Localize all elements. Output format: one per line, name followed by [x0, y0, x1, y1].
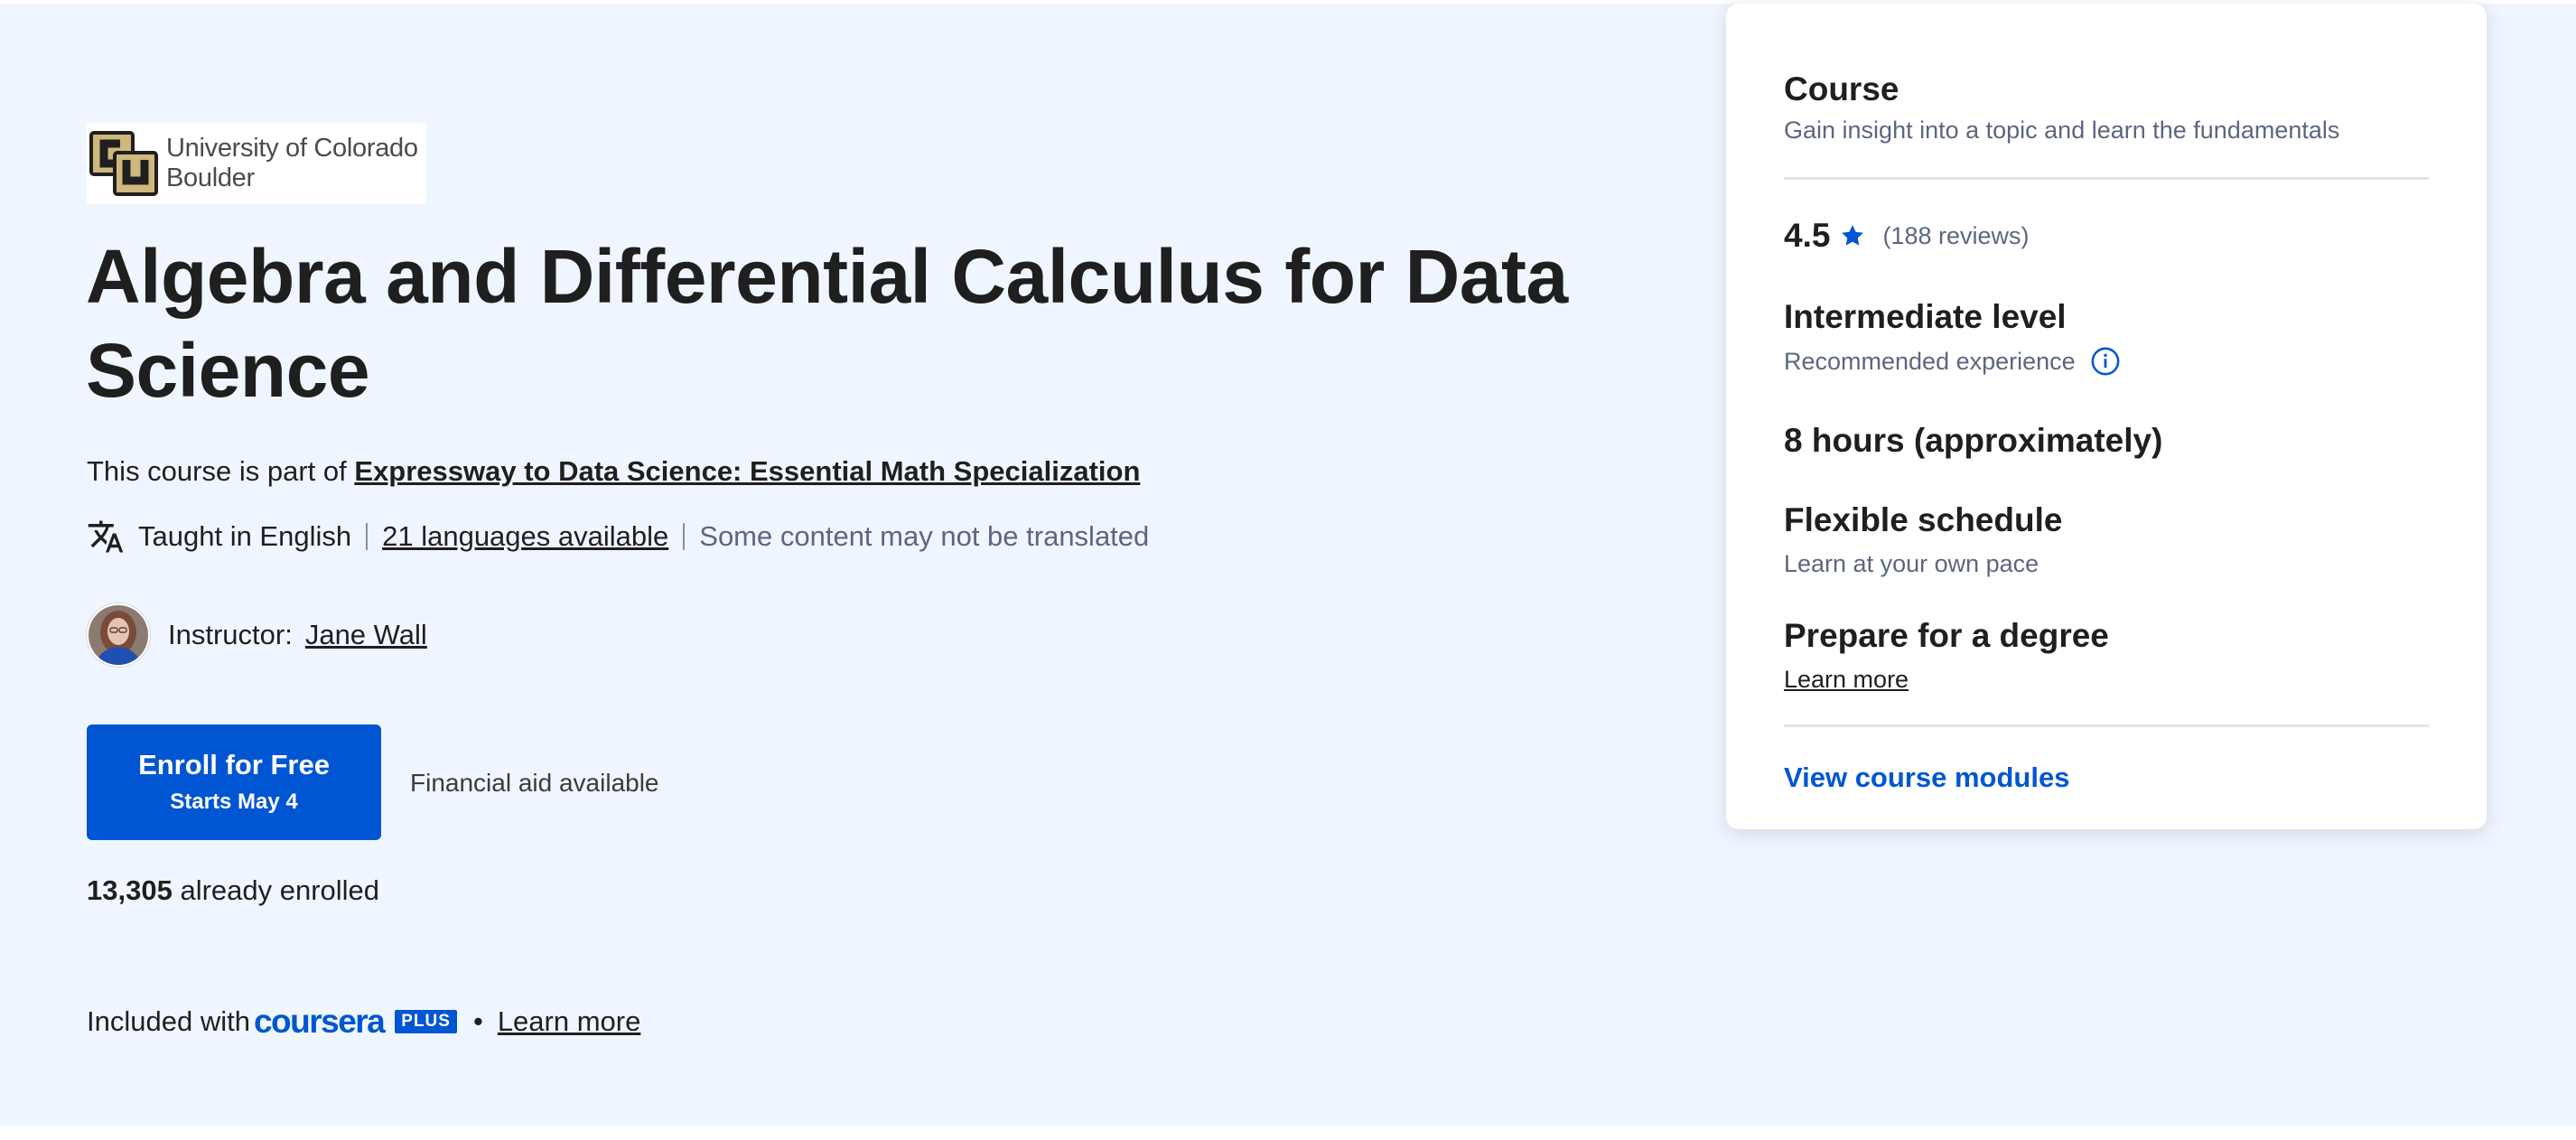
translation-note: Some content may not be translated — [699, 520, 1150, 552]
financial-aid-note: Financial aid available — [410, 769, 659, 797]
instructor-label: Instructor: — [168, 619, 293, 650]
course-info-card: Course Gain insight into a topic and lea… — [1726, 4, 2487, 829]
duration: 8 hours (approximately) — [1784, 422, 2163, 459]
info-icon[interactable] — [2090, 346, 2121, 377]
schedule-subtitle: Learn at your own pace — [1784, 550, 2039, 577]
university-name-line2: Boulder — [166, 164, 255, 192]
level-subtitle: Recommended experience — [1784, 345, 2121, 378]
coursera-plus-row: Included with coursera PLUS • Learn more — [87, 1001, 640, 1042]
translate-icon — [88, 520, 124, 553]
specialization-prefix: This course is part of — [87, 455, 347, 487]
enrolled-count: 13,305 already enrolled — [87, 871, 379, 911]
instructor-name-link[interactable]: Jane Wall — [305, 619, 427, 651]
university-name-line1: University of Colorado — [166, 134, 418, 163]
language-row: Taught in English 21 languages available… — [87, 517, 1149, 556]
recommended-experience-label: Recommended experience — [1784, 348, 2076, 375]
card-heading: Course — [1784, 70, 1899, 107]
enroll-button-label: Enroll for Free — [138, 749, 330, 780]
rating-value: 4.5 — [1784, 217, 1831, 254]
languages-available-link[interactable]: 21 languages available — [382, 520, 668, 553]
instructor-row: Instructor: Jane Wall — [87, 603, 427, 667]
enrolled-number: 13,305 — [87, 874, 173, 906]
separator — [683, 523, 686, 550]
included-prefix: Included with — [87, 1005, 250, 1037]
instructor-avatar[interactable] — [87, 603, 150, 667]
degree-title: Prepare for a degree — [1784, 617, 2109, 654]
divider — [1784, 177, 2429, 180]
cu-logo-icon — [89, 131, 158, 196]
card-subheading: Gain insight into a topic and learn the … — [1784, 117, 2340, 144]
enroll-start-date: Starts May 4 — [170, 790, 298, 814]
specialization-link[interactable]: Expressway to Data Science: Essential Ma… — [354, 455, 1140, 487]
avatar-photo — [89, 605, 148, 665]
divider — [1784, 724, 2429, 727]
enrolled-suffix: already enrolled — [180, 874, 380, 906]
level-title: Intermediate level — [1784, 298, 2067, 335]
specialization-line: This course is part of Expressway to Dat… — [87, 452, 1140, 491]
schedule-title: Flexible schedule — [1784, 501, 2063, 538]
university-name: University of Colorado Boulder — [166, 134, 418, 193]
rating-row: 4.5 (188 reviews) — [1784, 215, 2030, 257]
view-course-modules-link[interactable]: View course modules — [1784, 759, 2069, 797]
plus-badge: PLUS — [395, 1010, 457, 1033]
coursera-plus-learn-more-link[interactable]: Learn more — [498, 1005, 641, 1038]
course-title: Algebra and Differential Calculus for Da… — [86, 234, 1568, 413]
bullet-separator: • — [472, 1005, 483, 1037]
star-icon — [1842, 225, 1864, 246]
enroll-button[interactable]: Enroll for Free Starts May 4 — [87, 724, 381, 840]
degree-learn-more-link[interactable]: Learn more — [1784, 663, 1909, 696]
review-count[interactable]: (188 reviews) — [1882, 222, 2029, 250]
taught-in-language: Taught in English — [138, 520, 352, 552]
coursera-logo: coursera — [253, 1003, 386, 1040]
separator — [366, 523, 369, 550]
university-logo[interactable]: University of Colorado Boulder — [87, 123, 426, 204]
